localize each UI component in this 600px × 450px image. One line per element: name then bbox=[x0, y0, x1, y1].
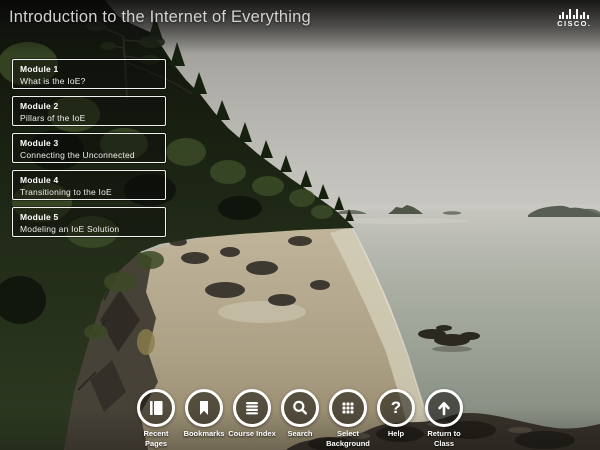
search-circle bbox=[281, 389, 319, 427]
recent-pages-circle bbox=[137, 389, 175, 427]
module-4-button[interactable]: Module 4 Transitioning to the IoE bbox=[12, 170, 166, 200]
course-index-icon bbox=[242, 398, 262, 418]
search-icon bbox=[290, 398, 310, 418]
cisco-logo-bars-icon bbox=[559, 9, 589, 19]
select-background-circle bbox=[329, 389, 367, 427]
cisco-logo: CISCO. bbox=[557, 9, 590, 28]
return-to-class-button[interactable]: Return to Class bbox=[420, 389, 468, 448]
tool-label: Course Index bbox=[228, 429, 276, 438]
select-background-icon bbox=[338, 398, 358, 418]
tool-label: Search bbox=[287, 429, 312, 438]
module-title: Module 5 bbox=[20, 212, 159, 222]
module-subtitle: Modeling an IoE Solution bbox=[20, 224, 159, 234]
module-2-button[interactable]: Module 2 Pillars of the IoE bbox=[12, 96, 166, 126]
module-title: Module 3 bbox=[20, 138, 159, 148]
module-title: Module 4 bbox=[20, 175, 159, 185]
help-icon: ? bbox=[391, 399, 401, 416]
return-to-class-icon bbox=[434, 398, 454, 418]
help-circle: ? bbox=[377, 389, 415, 427]
course-home-screen: Introduction to the Internet of Everythi… bbox=[0, 0, 600, 450]
recent-pages-button[interactable]: Recent Pages bbox=[132, 389, 180, 448]
return-to-class-circle bbox=[425, 389, 463, 427]
module-title: Module 2 bbox=[20, 101, 159, 111]
tool-label: Help bbox=[388, 429, 404, 438]
help-button[interactable]: ? Help bbox=[372, 389, 420, 438]
tool-label: Return to Class bbox=[420, 429, 468, 448]
bookmark-icon bbox=[194, 398, 214, 418]
module-subtitle: Connecting the Unconnected bbox=[20, 150, 159, 160]
select-background-button[interactable]: Select Background bbox=[324, 389, 372, 448]
module-subtitle: What is the IoE? bbox=[20, 76, 159, 86]
tool-label: Recent Pages bbox=[132, 429, 180, 448]
module-subtitle: Pillars of the IoE bbox=[20, 113, 159, 123]
module-menu: Module 1 What is the IoE? Module 2 Pilla… bbox=[12, 59, 166, 237]
module-5-button[interactable]: Module 5 Modeling an IoE Solution bbox=[12, 207, 166, 237]
course-index-button[interactable]: Course Index bbox=[228, 389, 276, 438]
module-title: Module 1 bbox=[20, 64, 159, 74]
course-index-circle bbox=[233, 389, 271, 427]
tool-label: Bookmarks bbox=[184, 429, 225, 438]
bookmarks-circle bbox=[185, 389, 223, 427]
cisco-logo-text: CISCO. bbox=[557, 20, 590, 28]
module-3-button[interactable]: Module 3 Connecting the Unconnected bbox=[12, 133, 166, 163]
bottom-toolbar: Recent Pages Bookmarks Course Index bbox=[132, 389, 468, 448]
bookmarks-button[interactable]: Bookmarks bbox=[180, 389, 228, 438]
module-1-button[interactable]: Module 1 What is the IoE? bbox=[12, 59, 166, 89]
search-button[interactable]: Search bbox=[276, 389, 324, 438]
header-bar: Introduction to the Internet of Everythi… bbox=[0, 0, 600, 54]
page-title: Introduction to the Internet of Everythi… bbox=[9, 8, 311, 27]
module-subtitle: Transitioning to the IoE bbox=[20, 187, 159, 197]
tool-label: Select Background bbox=[324, 429, 372, 448]
recent-pages-icon bbox=[146, 398, 166, 418]
